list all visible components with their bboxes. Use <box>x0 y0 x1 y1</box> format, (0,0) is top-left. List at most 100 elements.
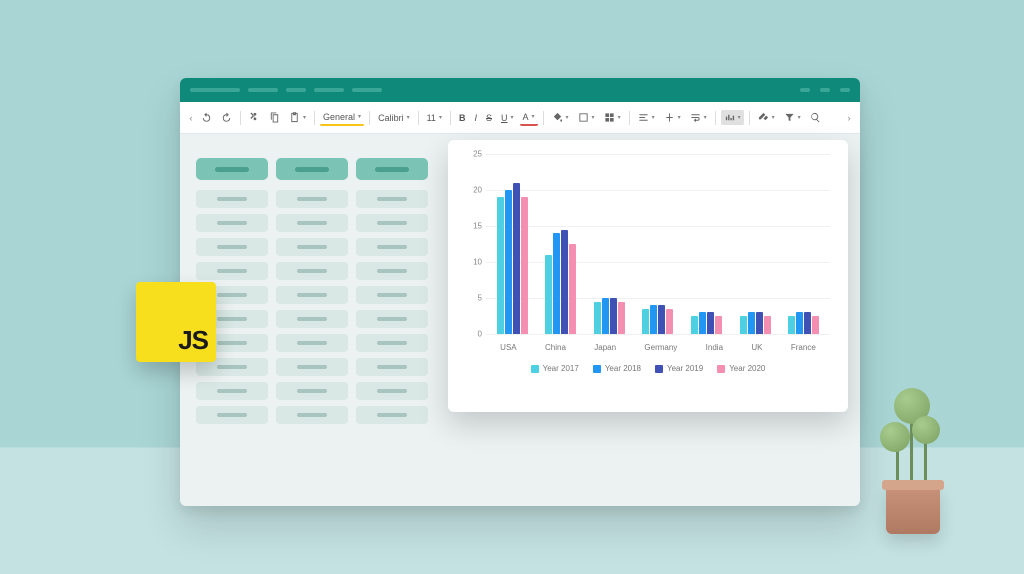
chart-card[interactable]: 0510152025 USAChinaJapanGermanyIndiaUKFr… <box>448 140 848 412</box>
bar <box>748 312 755 334</box>
cell[interactable] <box>356 214 428 232</box>
filter-button[interactable]: ▾ <box>781 110 804 125</box>
find-button[interactable] <box>807 110 824 125</box>
bar-group <box>788 312 819 334</box>
cell[interactable] <box>276 382 348 400</box>
font-size-select[interactable]: 11▾ <box>424 111 445 125</box>
cell[interactable] <box>356 238 428 256</box>
close-icon[interactable] <box>840 88 850 92</box>
h-align-button[interactable]: ▾ <box>635 110 658 125</box>
title-placeholder <box>314 88 344 92</box>
js-badge-tile: JS <box>136 282 216 362</box>
cell[interactable] <box>356 406 428 424</box>
x-tick-label: India <box>706 343 723 352</box>
bar <box>796 312 803 334</box>
bar <box>513 183 520 334</box>
clear-button[interactable]: ▾ <box>755 110 778 125</box>
y-axis: 0510152025 <box>466 154 484 334</box>
cell[interactable] <box>196 262 268 280</box>
maximize-icon[interactable] <box>820 88 830 92</box>
cell[interactable] <box>196 382 268 400</box>
bar-group <box>740 312 771 334</box>
y-tick-label: 15 <box>473 222 482 231</box>
title-placeholder <box>248 88 278 92</box>
spreadsheet-window: ‹ ▾ General▾ Calibri▾ 11▾ B I S U▾ A▾ ▾ … <box>180 78 860 506</box>
cell[interactable] <box>196 238 268 256</box>
cell[interactable] <box>196 406 268 424</box>
x-tick-label: UK <box>751 343 762 352</box>
number-format-select[interactable]: General▾ <box>320 110 364 126</box>
bars-area <box>486 154 830 334</box>
bar <box>561 230 568 334</box>
bar <box>594 302 601 334</box>
italic-button[interactable]: I <box>471 111 480 125</box>
column-header[interactable] <box>356 158 428 180</box>
fill-color-button[interactable]: ▾ <box>549 110 572 125</box>
bold-button[interactable]: B <box>456 111 469 125</box>
wrap-button[interactable]: ▾ <box>687 110 710 125</box>
cell[interactable] <box>356 358 428 376</box>
legend-label: Year 2018 <box>605 364 641 373</box>
cell[interactable] <box>276 358 348 376</box>
x-tick-label: Japan <box>594 343 616 352</box>
bar <box>553 233 560 334</box>
cell[interactable] <box>356 310 428 328</box>
bar <box>505 190 512 334</box>
cut-button[interactable] <box>246 110 263 125</box>
bar <box>764 316 771 334</box>
cell[interactable] <box>196 214 268 232</box>
v-align-button[interactable]: ▾ <box>661 110 684 125</box>
scroll-left-icon[interactable]: ‹ <box>184 113 198 123</box>
column-header[interactable] <box>196 158 268 180</box>
cell[interactable] <box>276 190 348 208</box>
cell[interactable] <box>276 286 348 304</box>
cell[interactable] <box>276 238 348 256</box>
title-placeholder <box>286 88 306 92</box>
cell[interactable] <box>356 334 428 352</box>
minimize-icon[interactable] <box>800 88 810 92</box>
merge-button[interactable]: ▾ <box>601 110 624 125</box>
window-controls <box>800 88 850 92</box>
cell[interactable] <box>276 334 348 352</box>
cell[interactable] <box>356 286 428 304</box>
x-tick-label: Germany <box>644 343 677 352</box>
x-tick-label: USA <box>500 343 516 352</box>
bar <box>715 316 722 334</box>
cell[interactable] <box>356 190 428 208</box>
cell[interactable] <box>276 310 348 328</box>
scroll-right-icon[interactable]: › <box>842 113 856 123</box>
paste-button[interactable]: ▾ <box>286 110 309 125</box>
cell[interactable] <box>356 262 428 280</box>
cell[interactable] <box>276 214 348 232</box>
bar-group <box>642 305 673 334</box>
borders-button[interactable]: ▾ <box>575 110 598 125</box>
title-placeholder <box>352 88 382 92</box>
x-axis-labels: USAChinaJapanGermanyIndiaUKFrance <box>486 343 830 352</box>
redo-button[interactable] <box>218 110 235 125</box>
x-tick-label: France <box>791 343 816 352</box>
bar-group <box>497 183 528 334</box>
legend-swatch <box>655 365 663 373</box>
legend-swatch <box>717 365 725 373</box>
y-tick-label: 25 <box>473 150 482 159</box>
undo-button[interactable] <box>198 110 215 125</box>
cell[interactable] <box>276 406 348 424</box>
cell[interactable] <box>276 262 348 280</box>
column-header[interactable] <box>276 158 348 180</box>
bar <box>618 302 625 334</box>
cell[interactable] <box>196 190 268 208</box>
underline-button[interactable]: U▾ <box>498 111 517 125</box>
font-color-button[interactable]: A▾ <box>520 110 538 126</box>
strikethrough-button[interactable]: S <box>483 111 495 125</box>
legend-swatch <box>593 365 601 373</box>
legend-item: Year 2018 <box>593 364 641 373</box>
cell[interactable] <box>356 382 428 400</box>
font-name-select[interactable]: Calibri▾ <box>375 111 413 125</box>
y-tick-label: 5 <box>478 294 482 303</box>
legend-label: Year 2017 <box>543 364 579 373</box>
bar-group <box>545 230 576 334</box>
legend-item: Year 2017 <box>531 364 579 373</box>
copy-button[interactable] <box>266 110 283 125</box>
chart-button[interactable]: ▾ <box>721 110 744 125</box>
title-placeholder <box>190 88 240 92</box>
